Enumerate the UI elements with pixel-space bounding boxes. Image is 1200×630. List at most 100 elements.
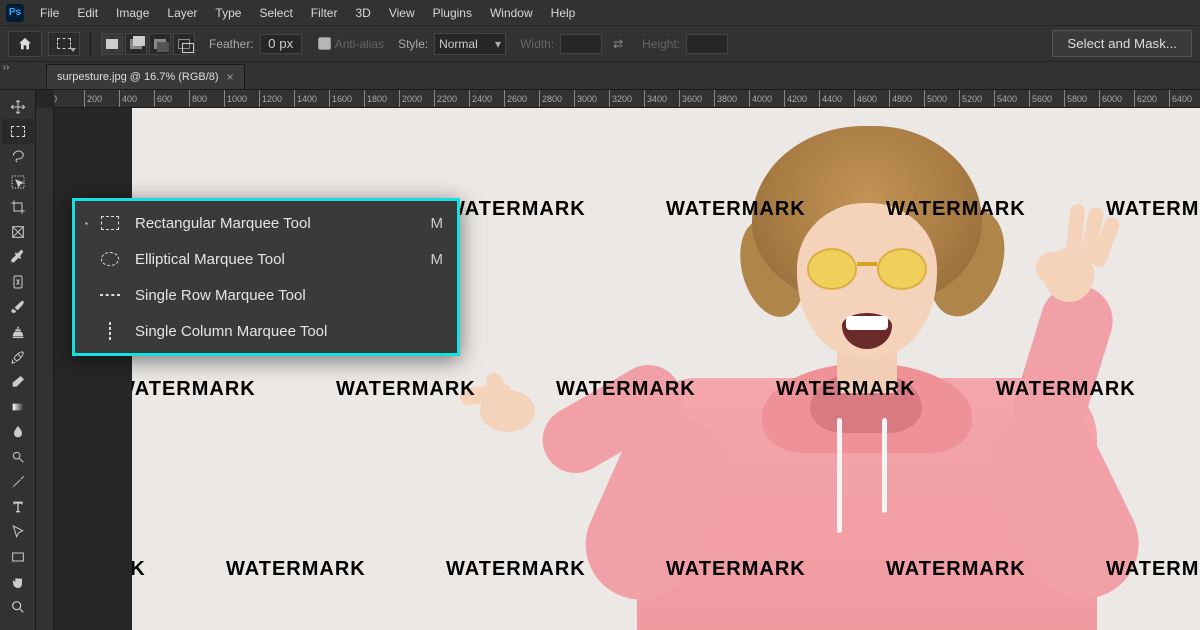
width-label: Width:	[520, 37, 554, 51]
flyout-elliptical-marquee[interactable]: Elliptical Marquee Tool M	[75, 241, 457, 277]
ruler-mark: 3600	[679, 90, 702, 107]
marquee-tool[interactable]	[2, 119, 34, 144]
ruler-horizontal[interactable]: 0200400600800100012001400160018002000220…	[54, 90, 1200, 108]
ruler-mark: 3200	[609, 90, 632, 107]
selection-intersect[interactable]	[173, 33, 195, 55]
ruler-mark: 4200	[784, 90, 807, 107]
dodge-tool[interactable]	[2, 444, 34, 469]
style-label: Style:	[398, 37, 428, 51]
tab-close-icon[interactable]: ×	[227, 70, 234, 84]
style-select[interactable]: Normal	[434, 33, 506, 55]
ruler-mark: 2800	[539, 90, 562, 107]
selection-subtract[interactable]	[149, 33, 171, 55]
type-tool[interactable]	[2, 494, 34, 519]
menu-edit[interactable]: Edit	[69, 3, 106, 23]
ruler-mark: 400	[119, 90, 137, 107]
swap-dimensions-icon: ⇄	[608, 34, 628, 54]
watermark-text: WATERMARK	[336, 378, 476, 401]
zoom-tool[interactable]	[2, 594, 34, 619]
ruler-mark: 1800	[364, 90, 387, 107]
rectangle-tool[interactable]	[2, 544, 34, 569]
ruler-mark: 4600	[854, 90, 877, 107]
menu-file[interactable]: File	[32, 3, 67, 23]
clone-stamp-tool[interactable]	[2, 319, 34, 344]
menu-window[interactable]: Window	[482, 3, 541, 23]
ruler-mark: 3000	[574, 90, 597, 107]
ruler-mark: 1200	[259, 90, 282, 107]
watermark-text: WATERMARK	[886, 198, 1026, 221]
ruler-mark: 2000	[399, 90, 422, 107]
watermark-text: WATERMARK	[996, 378, 1136, 401]
ruler-mark: 5000	[924, 90, 947, 107]
ruler-mark: 200	[84, 90, 102, 107]
tool-preset-picker[interactable]	[48, 32, 80, 56]
feather-input[interactable]	[260, 34, 302, 54]
menubar: Ps File Edit Image Layer Type Select Fil…	[0, 0, 1200, 26]
ruler-mark: 5800	[1064, 90, 1087, 107]
history-brush-tool[interactable]	[2, 344, 34, 369]
blur-tool[interactable]	[2, 419, 34, 444]
watermark-text: WATERMARK	[776, 378, 916, 401]
canvas-area: 0200400600800100012001400160018002000220…	[36, 90, 1200, 630]
document-tabs: surpesture.jpg @ 16.7% (RGB/8) ×	[0, 62, 1200, 90]
eraser-tool[interactable]	[2, 369, 34, 394]
height-label: Height:	[642, 37, 680, 51]
ruler-mark: 0	[54, 90, 57, 107]
gradient-tool[interactable]	[2, 394, 34, 419]
watermark-text: WATERMARK	[446, 558, 586, 581]
ruler-mark: 5600	[1029, 90, 1052, 107]
ruler-mark: 6400	[1169, 90, 1192, 107]
feather-label: Feather:	[209, 37, 254, 51]
ruler-mark: 2200	[434, 90, 457, 107]
frame-tool[interactable]	[2, 219, 34, 244]
home-button[interactable]	[8, 31, 42, 57]
selection-new[interactable]	[101, 33, 123, 55]
object-select-tool[interactable]	[2, 169, 34, 194]
flyout-single-column-marquee[interactable]: Single Column Marquee Tool	[75, 313, 457, 349]
ruler-mark: 6200	[1134, 90, 1157, 107]
ruler-mark: 4800	[889, 90, 912, 107]
menu-plugins[interactable]: Plugins	[425, 3, 480, 23]
menu-filter[interactable]: Filter	[303, 3, 346, 23]
menu-help[interactable]: Help	[543, 3, 584, 23]
col-marquee-icon	[99, 321, 121, 341]
watermark-text: WATERMARK	[556, 378, 696, 401]
crop-tool[interactable]	[2, 194, 34, 219]
flyout-single-row-marquee[interactable]: Single Row Marquee Tool	[75, 277, 457, 313]
ruler-mark: 3400	[644, 90, 667, 107]
watermark-text: WATERMARK	[226, 558, 366, 581]
menu-image[interactable]: Image	[108, 3, 157, 23]
heal-tool[interactable]	[2, 269, 34, 294]
hand-tool[interactable]	[2, 569, 34, 594]
ruler-mark: 2400	[469, 90, 492, 107]
select-and-mask-button[interactable]: Select and Mask...	[1052, 30, 1192, 57]
ruler-mark: 3800	[714, 90, 737, 107]
menu-view[interactable]: View	[381, 3, 423, 23]
move-tool[interactable]	[2, 94, 34, 119]
marquee-tool-flyout: Rectangular Marquee Tool M Elliptical Ma…	[72, 198, 460, 356]
brush-tool[interactable]	[2, 294, 34, 319]
eyedropper-tool[interactable]	[2, 244, 34, 269]
ruler-mark: 600	[154, 90, 172, 107]
watermark-text: WATERMARK	[666, 198, 806, 221]
ruler-vertical[interactable]	[36, 108, 54, 630]
menu-type[interactable]: Type	[207, 3, 249, 23]
pen-tool[interactable]	[2, 469, 34, 494]
menu-3d[interactable]: 3D	[347, 3, 378, 23]
panel-handle[interactable]: ››	[0, 62, 12, 73]
ruler-mark: 1000	[224, 90, 247, 107]
selection-add[interactable]	[125, 33, 147, 55]
path-select-tool[interactable]	[2, 519, 34, 544]
menu-layer[interactable]: Layer	[159, 3, 205, 23]
ruler-mark: 4000	[749, 90, 772, 107]
ruler-mark: 2600	[504, 90, 527, 107]
lasso-tool[interactable]	[2, 144, 34, 169]
canvas[interactable]: WATERMARK WATERMARK WATERMARK WATERMARK WATE…	[132, 108, 1200, 630]
menu-select[interactable]: Select	[251, 3, 300, 23]
image-subject	[432, 108, 1152, 630]
selection-mode-group	[101, 33, 195, 55]
flyout-rectangular-marquee[interactable]: Rectangular Marquee Tool M	[75, 205, 457, 241]
watermark-text: WATERMARK	[666, 558, 806, 581]
document-tab[interactable]: surpesture.jpg @ 16.7% (RGB/8) ×	[46, 64, 245, 89]
ellipse-marquee-icon	[99, 249, 121, 269]
